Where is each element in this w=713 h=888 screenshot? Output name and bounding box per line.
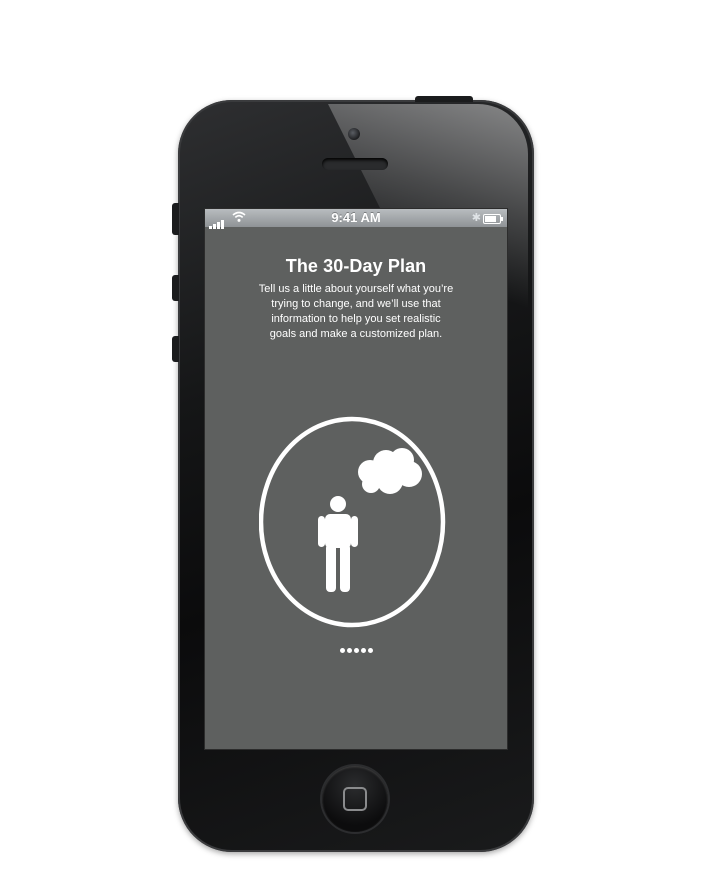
person-thinking-icon — [259, 416, 446, 628]
intro-description: Tell us a little about yourself what you… — [258, 283, 454, 340]
home-square-icon — [343, 787, 367, 811]
page-dot[interactable] — [346, 648, 352, 653]
home-button[interactable] — [322, 766, 388, 832]
battery-level — [485, 216, 497, 222]
volume-down-button — [172, 336, 179, 362]
bluetooth-icon: ✱ — [471, 212, 481, 224]
earpiece-speaker — [322, 158, 388, 170]
volume-up-button — [172, 275, 179, 301]
page-dot[interactable] — [360, 648, 366, 653]
page-indicator[interactable] — [205, 648, 507, 658]
front-camera — [348, 128, 360, 140]
page-dot[interactable] — [367, 648, 373, 653]
page-dot[interactable] — [353, 648, 359, 653]
page-dot[interactable] — [339, 648, 345, 653]
status-time: 9:41 AM — [331, 210, 381, 225]
thought-bubble-icon — [358, 448, 422, 494]
app-screen: 9:41 AM ✱ The 30-Day Plan Tell us a litt… — [204, 208, 508, 750]
mute-switch — [172, 203, 179, 235]
battery-icon — [483, 214, 503, 224]
person-figure — [318, 496, 358, 592]
page-title: The 30-Day Plan — [285, 256, 427, 276]
status-bar: 9:41 AM ✱ — [205, 209, 507, 229]
sleep-button — [415, 96, 473, 102]
